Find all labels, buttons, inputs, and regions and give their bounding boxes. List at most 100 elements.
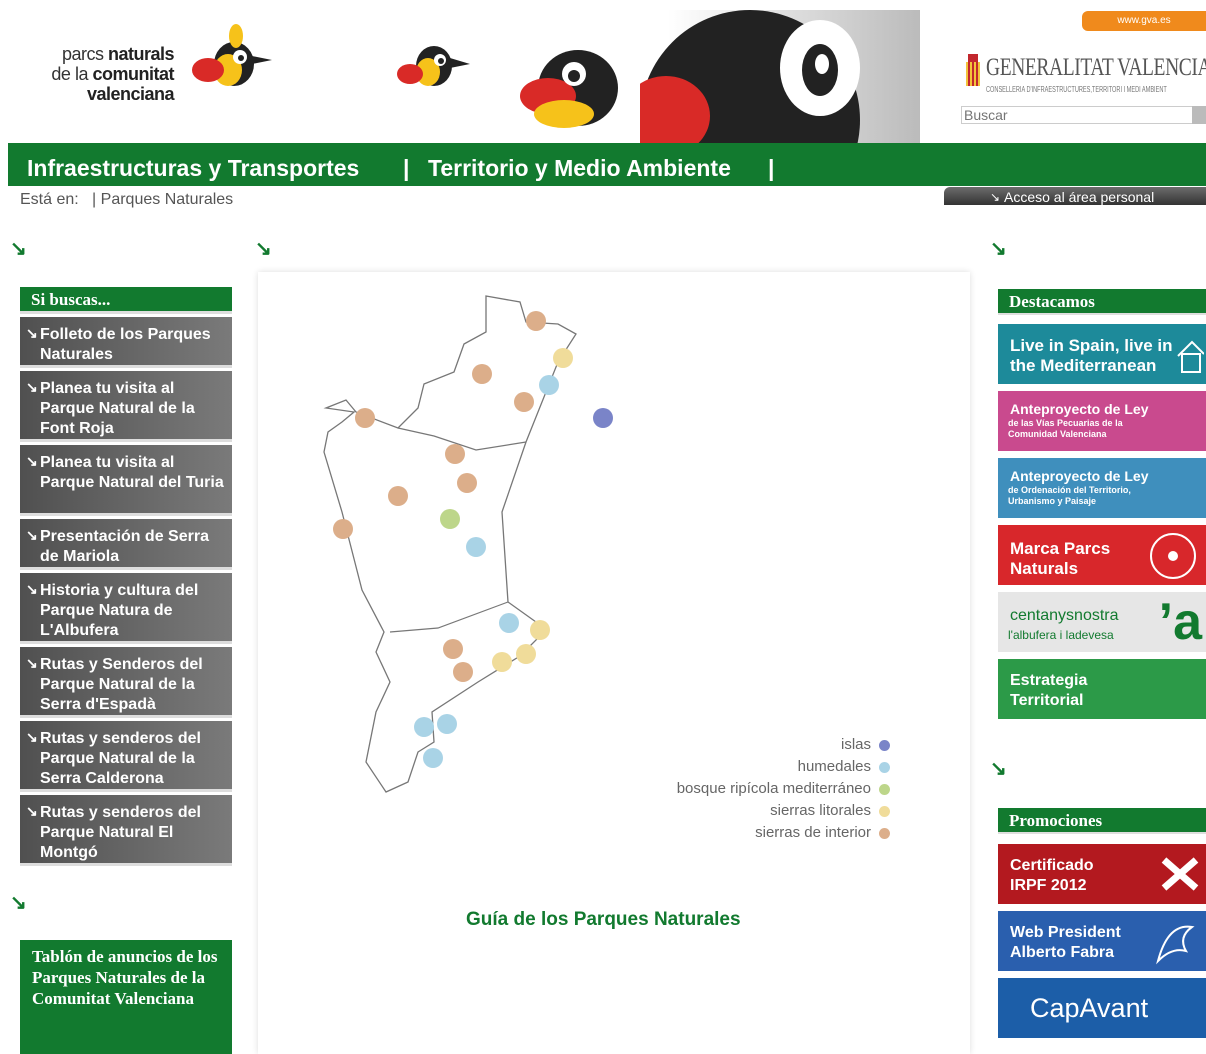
legend-dot-icon xyxy=(879,761,890,773)
arrow-icon: ↘ xyxy=(990,190,1001,204)
arrow-icon: ↘ xyxy=(26,453,38,469)
legend-islas: islas xyxy=(841,736,890,753)
header-banner-image xyxy=(622,10,920,230)
sidebar-item-folleto[interactable]: ↘ Folleto de los Parques Naturales xyxy=(20,317,232,368)
conselleria-subtitle: CONSELLERIA D'INFRAESTRUCTURES,TERRITORI… xyxy=(986,85,1167,94)
legend-sierras-interior: sierras de interior xyxy=(755,824,890,841)
park-marker-icon[interactable] xyxy=(453,662,473,682)
banner-ordenacion-territorio[interactable]: Anteproyecto de Ley de Ordenación del Te… xyxy=(998,458,1206,518)
park-marker-icon[interactable] xyxy=(445,444,465,464)
sidebar-item-font-roja[interactable]: ↘ Planea tu visita al Parque Natural de l… xyxy=(20,371,232,442)
park-marker-icon[interactable] xyxy=(333,519,353,539)
bird-banner-icon-2 xyxy=(520,50,618,128)
breadcrumb: Está en: | Parques Naturales xyxy=(20,191,233,209)
la-logo-icon: ’a xyxy=(1158,593,1202,651)
main-nav: Infraestructuras y Transportes | Territo… xyxy=(8,143,1206,186)
tablon-anuncios-link[interactable]: Tablón de anuncios de los Parques Natura… xyxy=(20,940,232,1054)
bat-emblem-icon xyxy=(1156,925,1195,965)
legend-dot-icon xyxy=(879,827,890,839)
sidebar-item-calderona[interactable]: ↘ Rutas y senderos del Parque Natural de … xyxy=(20,721,232,792)
park-marker-icon[interactable] xyxy=(440,509,460,529)
banner-marca-parcs[interactable]: Marca Parcs Naturals xyxy=(998,525,1206,585)
legend-humedales: humedales xyxy=(798,758,890,775)
main-content: islas humedales bosque ripícola mediterr… xyxy=(258,272,970,1054)
park-marker-icon[interactable] xyxy=(514,392,534,412)
arrow-icon: ↘ xyxy=(10,238,27,260)
search-input[interactable] xyxy=(961,106,1193,124)
park-marker-icon[interactable] xyxy=(472,364,492,384)
nav-separator: | xyxy=(403,155,410,181)
nav-infraestructuras[interactable]: Infraestructuras y Transportes xyxy=(27,155,359,182)
legend-sierras-litorales: sierras litorales xyxy=(770,802,890,819)
banner-vias-pecuarias[interactable]: Anteproyecto de Ley de las Vías Pecuaria… xyxy=(998,391,1206,451)
site-header: parcs naturals de la comunitat valencian… xyxy=(0,0,1206,230)
arrow-icon: ↘ xyxy=(255,238,272,260)
arrow-icon: ↘ xyxy=(26,379,38,395)
breadcrumb-path[interactable]: | Parques Naturales xyxy=(92,191,233,208)
arrow-icon: ↘ xyxy=(26,527,38,543)
propeller-icon xyxy=(1150,533,1196,579)
sidebar-item-turia[interactable]: ↘ Planea tu visita al Parque Natural del … xyxy=(20,445,232,516)
promociones-panel: Promociones Certificado IRPF 2012 Web Pr… xyxy=(998,808,1206,1038)
park-marker-icon[interactable] xyxy=(355,408,375,428)
arrow-icon: ↘ xyxy=(26,803,38,819)
park-marker-icon[interactable] xyxy=(516,644,536,664)
si-buscas-title: Si buscas... xyxy=(20,287,232,314)
search-button[interactable] xyxy=(1192,106,1206,124)
park-marker-icon[interactable] xyxy=(530,620,550,640)
banner-centanysnostra[interactable]: centanysnostra l'albufera i ladevesa ’a xyxy=(998,592,1206,652)
park-marker-icon[interactable] xyxy=(593,408,613,428)
park-marker-icon[interactable] xyxy=(466,537,486,557)
legend-dot-icon xyxy=(879,805,890,817)
banner-estrategia-territorial[interactable]: Estrategia Territorial xyxy=(998,659,1206,719)
arrow-icon: ↘ xyxy=(26,325,38,341)
park-marker-icon[interactable] xyxy=(499,613,519,633)
park-marker-icon[interactable] xyxy=(388,486,408,506)
arrow-icon: ↘ xyxy=(26,655,38,671)
sidebar-item-albufera[interactable]: ↘ Historia y cultura del Parque Natura de… xyxy=(20,573,232,644)
banner-irpf-2012[interactable]: Certificado IRPF 2012 xyxy=(998,844,1206,904)
park-marker-icon[interactable] xyxy=(553,348,573,368)
banner-capavant[interactable]: CapAvant xyxy=(998,978,1206,1038)
province-border xyxy=(389,601,509,633)
park-marker-icon[interactable] xyxy=(443,639,463,659)
arrow-icon: ↘ xyxy=(10,892,27,914)
gva-link[interactable]: www.gva.es xyxy=(1082,11,1206,31)
park-marker-icon[interactable] xyxy=(492,652,512,672)
left-sidebar: Si buscas... ↘ Folleto de los Parques Nat… xyxy=(20,287,232,866)
nav-territorio[interactable]: Territorio y Medio Ambiente xyxy=(428,155,731,182)
banner-web-president[interactable]: Web President Alberto Fabra xyxy=(998,911,1206,971)
park-marker-icon[interactable] xyxy=(414,717,434,737)
tax-x-icon xyxy=(1161,857,1199,891)
personal-area-button[interactable]: ↘ Acceso al área personal xyxy=(944,187,1206,205)
destacamos-title: Destacamos xyxy=(998,289,1206,315)
park-marker-icon[interactable] xyxy=(539,375,559,395)
sidebar-item-espada[interactable]: ↘ Rutas y Senderos del Parque Natural de … xyxy=(20,647,232,718)
generalitat-emblem-icon xyxy=(966,54,980,86)
breadcrumb-label: Está en: xyxy=(20,191,79,208)
right-sidebar: Destacamos Live in Spain, live in the Me… xyxy=(998,289,1206,719)
park-marker-icon[interactable] xyxy=(437,714,457,734)
promociones-title: Promociones xyxy=(998,808,1206,834)
park-marker-icon[interactable] xyxy=(457,473,477,493)
bird-banner-icon-1 xyxy=(397,46,470,86)
park-marker-icon[interactable] xyxy=(526,311,546,331)
arrow-icon: ↘ xyxy=(26,729,38,745)
legend-dot-icon xyxy=(879,783,890,795)
bird-logo-icon xyxy=(192,24,272,86)
legend-dot-icon xyxy=(879,739,890,751)
nav-separator: | xyxy=(768,155,775,181)
site-logo-text[interactable]: parcs naturals de la comunitat valencian… xyxy=(20,44,174,104)
park-marker-icon[interactable] xyxy=(423,748,443,768)
sidebar-item-montgo[interactable]: ↘ Rutas y senderos del Parque Natural El … xyxy=(20,795,232,866)
guide-link[interactable]: Guía de los Parques Naturales xyxy=(466,909,741,931)
arrow-icon: ↘ xyxy=(990,758,1007,780)
house-icon xyxy=(1177,340,1204,373)
sidebar-item-mariola[interactable]: ↘ Presentación de Serra de Mariola xyxy=(20,519,232,570)
province-border xyxy=(397,427,527,451)
generalitat-title[interactable]: GENERALITAT VALENCIANA xyxy=(986,54,1206,82)
banner-live-in-spain[interactable]: Live in Spain, live in the Mediterranean xyxy=(998,324,1206,384)
arrow-icon: ↘ xyxy=(990,238,1007,260)
arrow-icon: ↘ xyxy=(26,581,38,597)
legend-bosque: bosque ripícola mediterráneo xyxy=(677,780,890,797)
